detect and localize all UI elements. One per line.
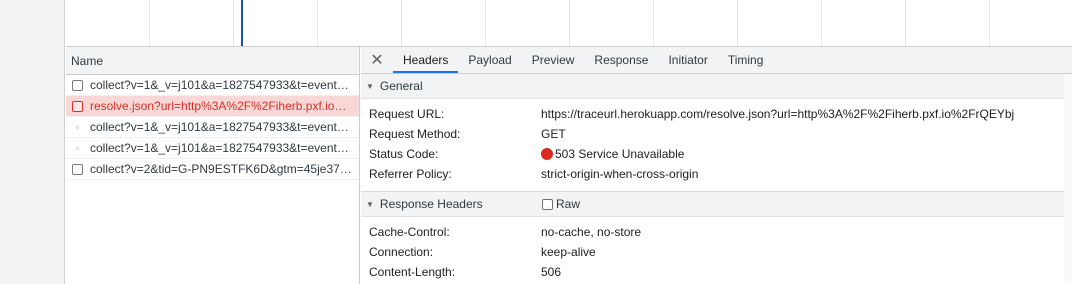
timeline-gridline <box>233 0 234 46</box>
request-list: Name collect?v=1&_v=j101&a=1827547933&t=… <box>66 47 360 284</box>
timeline-gridline <box>737 0 738 46</box>
tab-headers[interactable]: Headers <box>393 47 459 73</box>
request-checkbox-icon <box>72 163 83 175</box>
request-row[interactable]: ▫ collect?v=1&_v=j101&a=1827547933&t=eve… <box>66 138 359 159</box>
referrer-policy-row: Referrer Policy: strict-origin-when-cros… <box>361 164 1072 184</box>
request-name: resolve.json?url=http%3A%2F%2Fiherb.pxf.… <box>90 99 347 113</box>
details-tabbar: ✕ Headers Payload Preview Response Initi… <box>361 47 1072 74</box>
triangle-down-icon: ▼ <box>366 199 374 209</box>
response-headers-section-header[interactable]: ▼ Response Headers Raw <box>361 192 1072 217</box>
general-section-title: General <box>379 79 423 93</box>
request-row-error[interactable]: resolve.json?url=http%3A%2F%2Fiherb.pxf.… <box>66 96 359 117</box>
timeline-gridline <box>485 0 486 46</box>
timeline-gridline <box>989 0 990 46</box>
status-code-text: 503 Service Unavailable <box>555 147 685 161</box>
general-section-header[interactable]: ▼ General <box>361 74 1072 99</box>
status-error-icon <box>541 148 553 160</box>
request-method-label: Request Method: <box>369 127 461 141</box>
close-icon[interactable]: ✕ <box>361 47 393 73</box>
timeline-gridline <box>653 0 654 46</box>
request-checkbox-icon <box>72 100 83 112</box>
content-length-label: Content-Length: <box>369 265 456 279</box>
timeline-gridline <box>401 0 402 46</box>
timeline-gridline <box>569 0 570 46</box>
request-method-row: Request Method: GET <box>361 124 1072 144</box>
request-name: collect?v=2&tid=G-PN9ESTFK6D&gtm=45je37… <box>90 162 352 176</box>
cache-control-value[interactable]: no-cache, no-store <box>541 225 641 239</box>
request-url-row: Request URL: https://traceurl.herokuapp.… <box>361 104 1072 124</box>
tab-preview[interactable]: Preview <box>522 47 585 73</box>
timeline-gridline <box>821 0 822 46</box>
referrer-policy-value[interactable]: strict-origin-when-cross-origin <box>541 167 698 181</box>
connection-label: Connection: <box>369 245 434 259</box>
request-row[interactable]: ▫ collect?v=1&_v=j101&a=1827547933&t=eve… <box>66 117 359 138</box>
connection-row: Connection: keep-alive <box>361 242 1072 262</box>
network-overview-timeline[interactable] <box>66 0 1072 47</box>
response-headers-title: Response Headers <box>379 197 483 211</box>
timeline-gridline <box>905 0 906 46</box>
response-headers-body: Cache-Control: no-cache, no-store Connec… <box>361 217 1072 282</box>
request-name: collect?v=1&_v=j101&a=1827547933&t=event… <box>90 141 349 155</box>
content-length-row: Content-Length: 506 <box>361 262 1072 282</box>
request-row[interactable]: collect?v=1&_v=j101&a=1827547933&t=event… <box>66 75 359 96</box>
request-url-label: Request URL: <box>369 107 445 121</box>
tab-initiator[interactable]: Initiator <box>658 47 717 73</box>
request-name: collect?v=1&_v=j101&a=1827547933&t=event… <box>90 120 349 134</box>
status-code-value[interactable]: 503 Service Unavailable <box>541 147 684 161</box>
request-checkbox-icon <box>72 79 83 91</box>
tab-payload[interactable]: Payload <box>458 47 521 73</box>
request-name: collect?v=1&_v=j101&a=1827547933&t=event… <box>90 78 349 92</box>
connection-value[interactable]: keep-alive <box>541 245 596 259</box>
tab-response[interactable]: Response <box>584 47 658 73</box>
timeline-gridline <box>149 0 150 46</box>
left-gutter <box>0 0 65 284</box>
request-url-value[interactable]: https://traceurl.herokuapp.com/resolve.j… <box>541 107 1014 121</box>
request-details-panel: ✕ Headers Payload Preview Response Initi… <box>361 47 1072 284</box>
status-code-label: Status Code: <box>369 147 439 161</box>
cache-control-label: Cache-Control: <box>369 225 450 239</box>
referrer-policy-label: Referrer Policy: <box>369 167 452 181</box>
general-section-body: Request URL: https://traceurl.herokuapp.… <box>361 99 1072 191</box>
timeline-marker <box>241 0 243 46</box>
name-column-header[interactable]: Name <box>66 47 359 75</box>
timeline-gridline <box>317 0 318 46</box>
status-code-row: Status Code: 503 Service Unavailable <box>361 144 1072 164</box>
details-scrollbar[interactable] <box>1064 74 1072 284</box>
request-row[interactable]: collect?v=2&tid=G-PN9ESTFK6D&gtm=45je37… <box>66 159 359 180</box>
request-method-value[interactable]: GET <box>541 127 566 141</box>
raw-checkbox[interactable] <box>542 198 553 210</box>
triangle-down-icon: ▼ <box>366 81 374 91</box>
request-dot-icon: ▫ <box>75 121 80 132</box>
raw-toggle[interactable]: Raw <box>542 197 580 211</box>
tab-timing[interactable]: Timing <box>718 47 774 73</box>
cache-control-row: Cache-Control: no-cache, no-store <box>361 222 1072 242</box>
request-dot-icon: ▫ <box>75 142 80 153</box>
raw-label: Raw <box>556 197 581 211</box>
content-length-value[interactable]: 506 <box>541 265 561 279</box>
